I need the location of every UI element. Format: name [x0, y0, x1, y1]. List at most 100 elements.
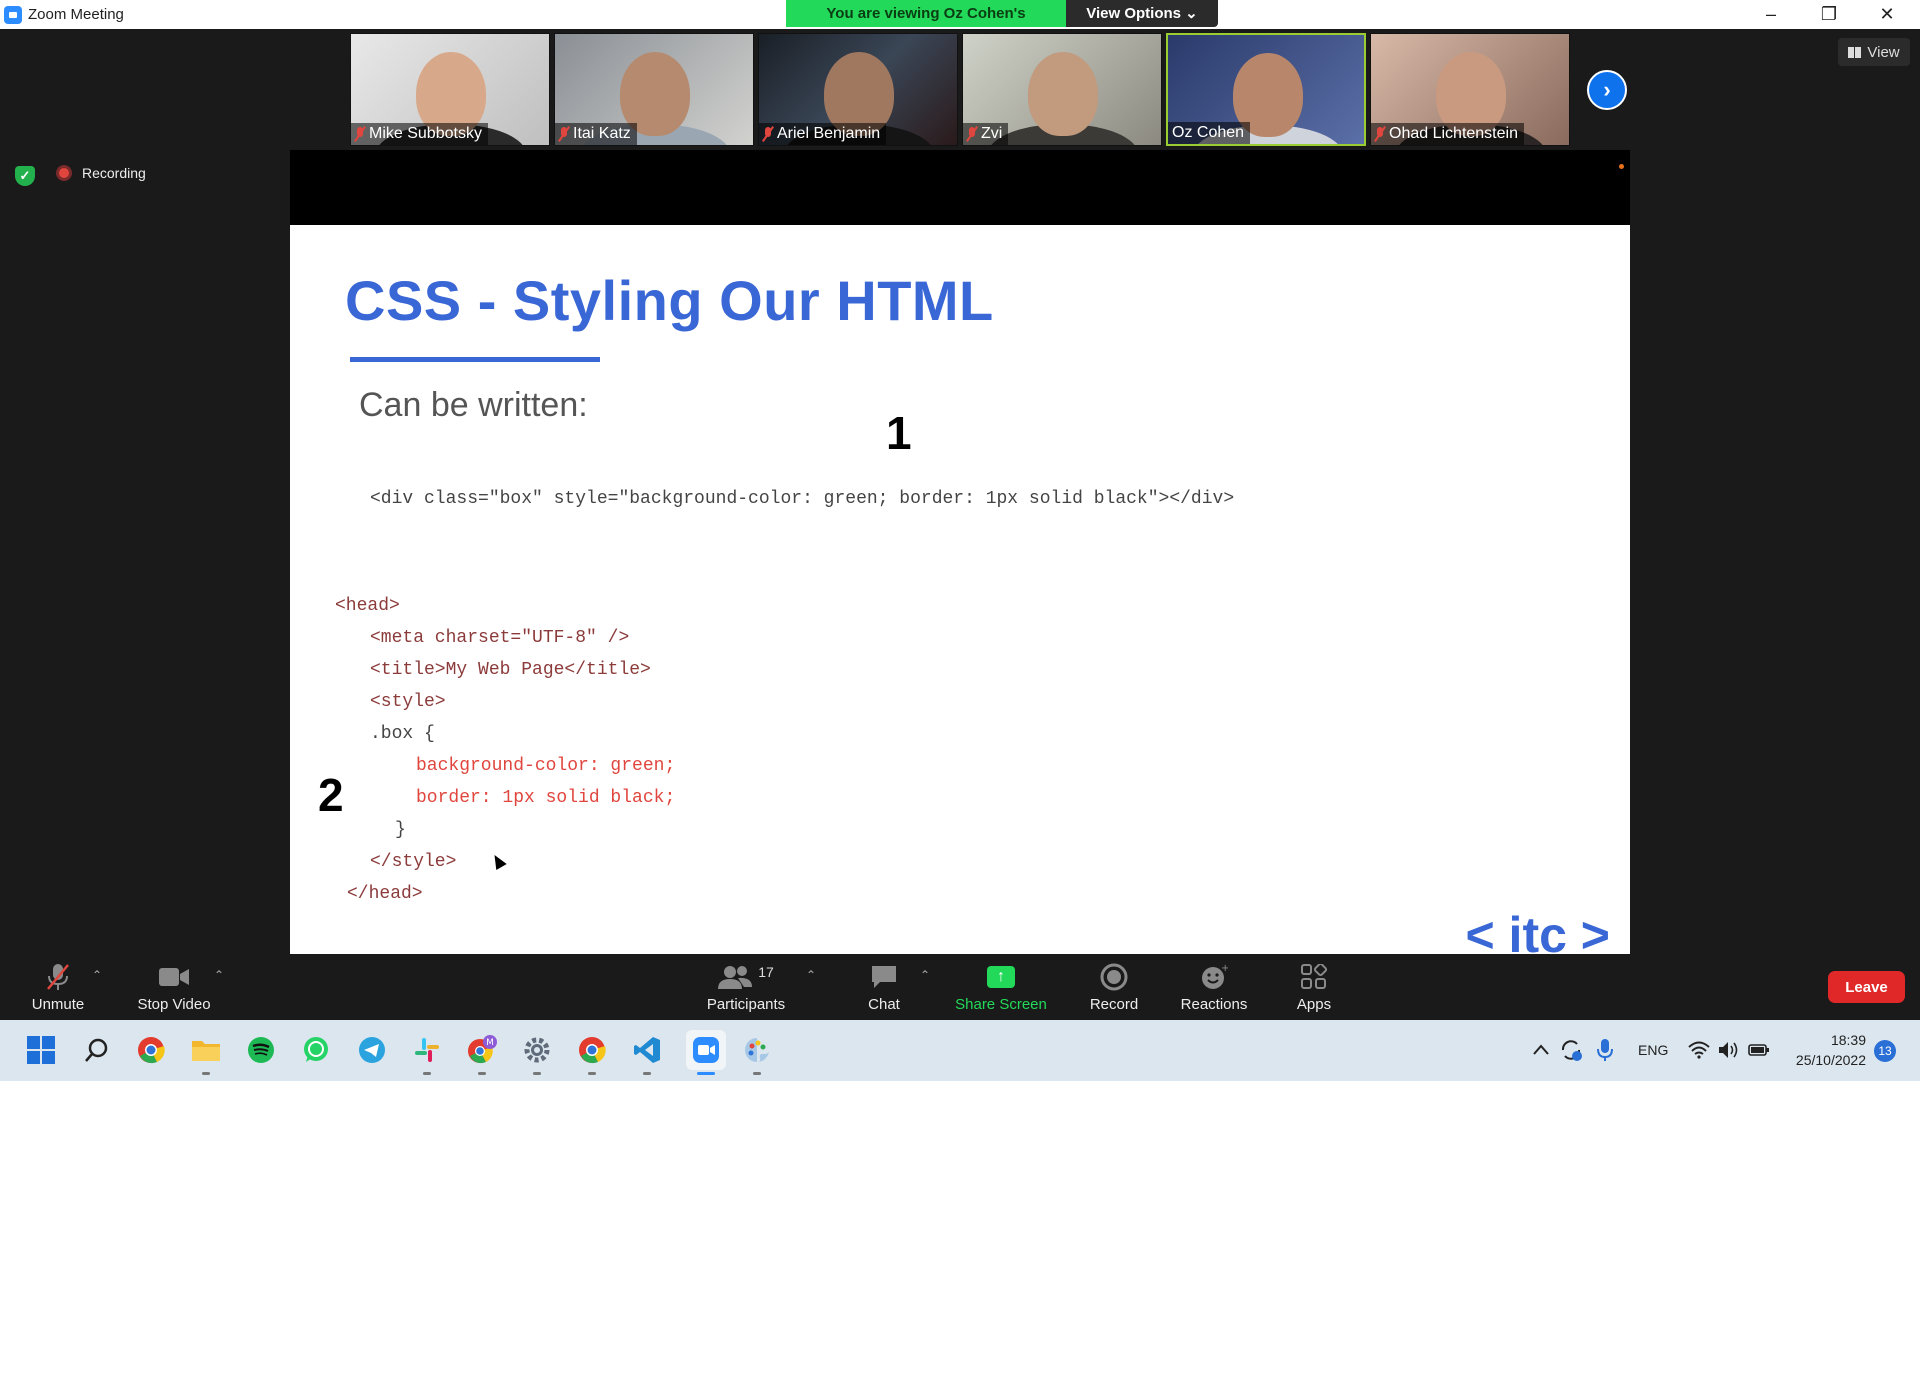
running-indicator — [423, 1072, 431, 1075]
clock-time[interactable]: 18:39 — [1810, 1032, 1866, 1048]
video-camera-icon — [159, 962, 189, 992]
muted-mic-icon — [355, 127, 365, 141]
chrome-icon[interactable] — [136, 1035, 166, 1065]
viewing-status: You are viewing Oz Cohen's screen — [786, 0, 1066, 49]
view-button[interactable]: View — [1838, 38, 1910, 66]
view-label: View — [1867, 43, 1900, 61]
participant-name: Ariel Benjamin — [777, 125, 881, 142]
close-button[interactable]: ✕ — [1858, 0, 1916, 29]
muted-mic-icon — [763, 127, 773, 141]
participant-name-tag: Ariel Benjamin — [759, 123, 887, 145]
chrome-icon-2[interactable] — [577, 1035, 607, 1065]
svg-text:+: + — [1221, 963, 1228, 974]
running-indicator — [643, 1072, 651, 1075]
apps-label: Apps — [1296, 996, 1332, 1013]
participants-options-caret-icon[interactable]: ⌃ — [806, 968, 816, 982]
chat-options-caret-icon[interactable]: ⌃ — [920, 968, 930, 982]
meeting-controls: Unmute ⌃ Stop Video ⌃ 17 Participants ⌃ … — [0, 954, 1920, 1020]
code-line: </style> — [370, 852, 457, 872]
zoom-window: Zoom Meeting – ❐ ✕ You are viewing Oz Co… — [0, 0, 1920, 1081]
telegram-icon[interactable] — [357, 1035, 387, 1065]
share-screen-button[interactable]: ↑ Share Screen — [951, 962, 1051, 1013]
zoom-logo-icon — [4, 5, 22, 24]
participant-gallery: Mike Subbotsky Itai Katz Ariel Benjamin … — [350, 33, 1570, 146]
recording-indicator[interactable]: Recording — [56, 165, 146, 181]
microphone-icon[interactable] — [1590, 1035, 1620, 1065]
share-screen-label: Share Screen — [955, 996, 1047, 1013]
running-indicator — [753, 1072, 761, 1075]
show-hidden-icons-chevron-icon[interactable] — [1526, 1035, 1556, 1065]
video-face — [1028, 52, 1098, 136]
participant-tile[interactable]: Ohad Lichtenstein — [1370, 33, 1570, 146]
participant-tile[interactable]: Ariel Benjamin — [758, 33, 958, 146]
participant-tile[interactable]: Zvi — [962, 33, 1162, 146]
inline-style-code: <div class="box" style="background-color… — [370, 489, 1235, 509]
code-line: <title>My Web Page</title> — [370, 660, 651, 680]
settings-gear-icon[interactable] — [522, 1035, 552, 1065]
record-label: Record — [1089, 996, 1139, 1013]
participants-button[interactable]: 17 Participants — [696, 962, 796, 1013]
video-options-caret-icon[interactable]: ⌃ — [214, 968, 224, 982]
chrome-profile-badge: M — [486, 1038, 494, 1048]
running-indicator — [202, 1072, 210, 1075]
reactions-button[interactable]: + Reactions — [1164, 962, 1264, 1013]
chat-bubble-icon — [869, 962, 899, 992]
marker-2: 2 — [318, 769, 344, 821]
itc-logo: < itc > — [1465, 907, 1610, 954]
participant-name: Itai Katz — [573, 125, 631, 142]
view-options-button[interactable]: View Options ⌄ — [1066, 0, 1218, 27]
participant-name-tag: Zvi — [963, 123, 1009, 145]
code-line: background-color: green; — [416, 756, 676, 776]
code-line: <style> — [370, 692, 446, 712]
participants-label: Participants — [706, 996, 786, 1013]
chrome-profile-icon[interactable]: M — [467, 1035, 497, 1065]
restore-button[interactable]: ❐ — [1800, 0, 1858, 29]
participant-tile[interactable]: Mike Subbotsky — [350, 33, 550, 146]
participant-name-tag: Itai Katz — [555, 123, 637, 145]
sync-icon[interactable] — [1556, 1035, 1586, 1065]
minimize-button[interactable]: – — [1742, 0, 1800, 29]
input-language[interactable]: ENG — [1638, 1042, 1668, 1058]
zoom-taskbar-icon[interactable] — [686, 1030, 726, 1070]
participant-tile-active-speaker[interactable]: Oz Cohen — [1166, 33, 1366, 146]
paint-icon[interactable] — [742, 1035, 772, 1065]
participant-name-tag: Ohad Lichtenstein — [1371, 123, 1524, 145]
spotify-icon[interactable] — [246, 1035, 276, 1065]
viewing-banner: You are viewing Oz Cohen's screen View O… — [786, 0, 1218, 49]
battery-icon[interactable] — [1744, 1035, 1774, 1065]
code-line: <meta charset="UTF-8" /> — [370, 628, 630, 648]
whatsapp-icon[interactable] — [301, 1035, 331, 1065]
volume-icon[interactable] — [1714, 1035, 1744, 1065]
apps-button[interactable]: Apps — [1264, 962, 1364, 1013]
code-line: border: 1px solid black; — [416, 788, 676, 808]
chat-button[interactable]: Chat — [834, 962, 934, 1013]
leave-button[interactable]: Leave — [1828, 971, 1905, 1003]
stop-video-button[interactable]: Stop Video — [124, 962, 224, 1013]
slack-icon[interactable] — [412, 1035, 442, 1065]
record-button[interactable]: Record — [1064, 962, 1164, 1013]
smiley-icon: + — [1199, 962, 1229, 992]
recording-label: Recording — [82, 165, 146, 181]
clock-date[interactable]: 25/10/2022 — [1790, 1052, 1866, 1068]
notification-count-badge[interactable]: 13 — [1874, 1040, 1896, 1062]
windows-start-icon[interactable] — [26, 1035, 56, 1065]
code-line: } — [395, 820, 406, 840]
next-page-arrow-icon[interactable]: › — [1587, 70, 1627, 110]
search-icon[interactable] — [82, 1035, 112, 1065]
vscode-icon[interactable] — [632, 1035, 662, 1065]
camera-indicator-dot — [1619, 164, 1624, 169]
code-line: </head> — [347, 884, 423, 904]
participant-tile[interactable]: Itai Katz — [554, 33, 754, 146]
shared-screen-topbar — [290, 150, 1630, 225]
window-title: Zoom Meeting — [28, 6, 124, 23]
security-shield-icon[interactable]: ✓ — [15, 166, 35, 186]
active-indicator — [697, 1072, 715, 1075]
participant-name: Mike Subbotsky — [369, 125, 482, 142]
audio-options-caret-icon[interactable]: ⌃ — [92, 968, 102, 982]
code-line: <head> — [335, 596, 400, 616]
file-explorer-icon[interactable] — [191, 1035, 221, 1065]
wifi-icon[interactable] — [1684, 1035, 1714, 1065]
shared-screen: CSS - Styling Our HTML Can be written: 1… — [290, 150, 1630, 954]
running-indicator — [588, 1072, 596, 1075]
slide-title: CSS - Styling Our HTML — [345, 269, 994, 332]
